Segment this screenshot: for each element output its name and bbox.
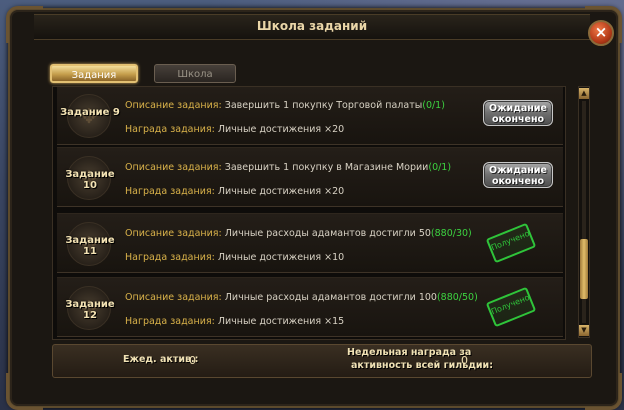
received-stamp: Получено <box>485 222 537 264</box>
description-text: Личные расходы адамантов достигли 50 <box>224 228 431 239</box>
task-description: Описание задания: Личные расходы адамант… <box>125 292 478 303</box>
task-progress: (0/1) <box>428 162 452 173</box>
weekly-reward-label-line1: Недельная награда за <box>347 347 472 358</box>
task-name: Задание 9 <box>60 107 120 118</box>
description-label: Описание задания: <box>125 292 222 303</box>
task-reward: Награда задания: Личные достижения ×15 <box>125 316 344 327</box>
description-text: Завершить 1 покупку Торговой палаты <box>224 100 423 111</box>
description-text: Завершить 1 покупку в Магазине Мории <box>224 162 429 173</box>
reward-text: Личные достижения ×20 <box>217 124 345 135</box>
task-row-9: ✥ Задание 9 Описание задания: Завершить … <box>57 87 563 145</box>
task-name: Задание 11 <box>65 235 115 257</box>
task-row-10: ✥ Задание 10 Описание задания: Завершить… <box>57 147 563 207</box>
task-description: Описание задания: Завершить 1 покупку в … <box>125 162 451 173</box>
description-label: Описание задания: <box>125 228 222 239</box>
tab-guild-tasks[interactable]: Задания гильдии <box>50 64 138 100</box>
task-reward: Награда задания: Личные достижения ×10 <box>125 252 344 263</box>
reward-label: Награда задания: <box>125 124 215 135</box>
reward-text: Личные достижения ×20 <box>217 186 345 197</box>
task-list-scrollbar[interactable]: ▲ ▼ <box>578 86 590 338</box>
description-label: Описание задания: <box>125 162 222 173</box>
task-description: Описание задания: Личные расходы адамант… <box>125 228 472 239</box>
description-text: Личные расходы адамантов достигли 100 <box>224 292 437 303</box>
task-progress: (880/50) <box>436 292 478 303</box>
task-list: ✥ Задание 9 Описание задания: Завершить … <box>52 86 566 340</box>
task-progress: (0/1) <box>422 100 445 111</box>
weekly-reward-value: 0 <box>461 354 468 367</box>
arrow-down-icon[interactable]: ▼ <box>579 325 589 336</box>
reward-label: Награда задания: <box>125 186 215 197</box>
frame-corner-ornament <box>6 373 43 410</box>
task-name: Задание 12 <box>65 299 115 321</box>
weekly-reward-label-line2: активность всей гильдии: <box>351 360 493 371</box>
waiting-finished-button[interactable]: Ожидание окончено <box>483 100 553 126</box>
task-name: Задание 10 <box>65 169 115 191</box>
received-stamp: Получено <box>485 286 537 328</box>
reward-text: Личные достижения ×15 <box>217 316 345 327</box>
reward-label: Награда задания: <box>125 252 215 263</box>
activity-footer: Ежед. актив.: 0 Недельная награда за акт… <box>52 344 592 378</box>
window-title: Школа заданий <box>256 19 368 33</box>
waiting-finished-button[interactable]: Ожидание окончено <box>483 162 553 188</box>
daily-activity-label: Ежед. актив.: <box>123 354 199 365</box>
task-progress: (880/30) <box>430 228 472 239</box>
task-reward: Награда задания: Личные достижения ×20 <box>125 186 344 197</box>
frame-corner-ornament <box>585 373 622 410</box>
reward-label: Награда задания: <box>125 316 215 327</box>
reward-text: Личные достижения ×10 <box>217 252 345 263</box>
task-row-12: ✥ Задание 12 Описание задания: Личные ра… <box>57 277 563 337</box>
daily-activity-value: 0 <box>189 354 196 367</box>
task-description: Описание задания: Завершить 1 покупку То… <box>125 100 445 111</box>
description-label: Описание задания: <box>125 100 222 111</box>
arrow-up-icon[interactable]: ▲ <box>579 88 589 99</box>
scroll-thumb[interactable] <box>580 238 588 299</box>
task-row-11: ✥ Задание 11 Описание задания: Личные ра… <box>57 213 563 273</box>
tab-newbie-school[interactable]: Школа новичков <box>154 64 236 99</box>
task-reward: Награда задания: Личные достижения ×20 <box>125 124 344 135</box>
title-bar: Школа заданий <box>34 14 590 40</box>
close-icon[interactable]: × <box>588 20 614 46</box>
